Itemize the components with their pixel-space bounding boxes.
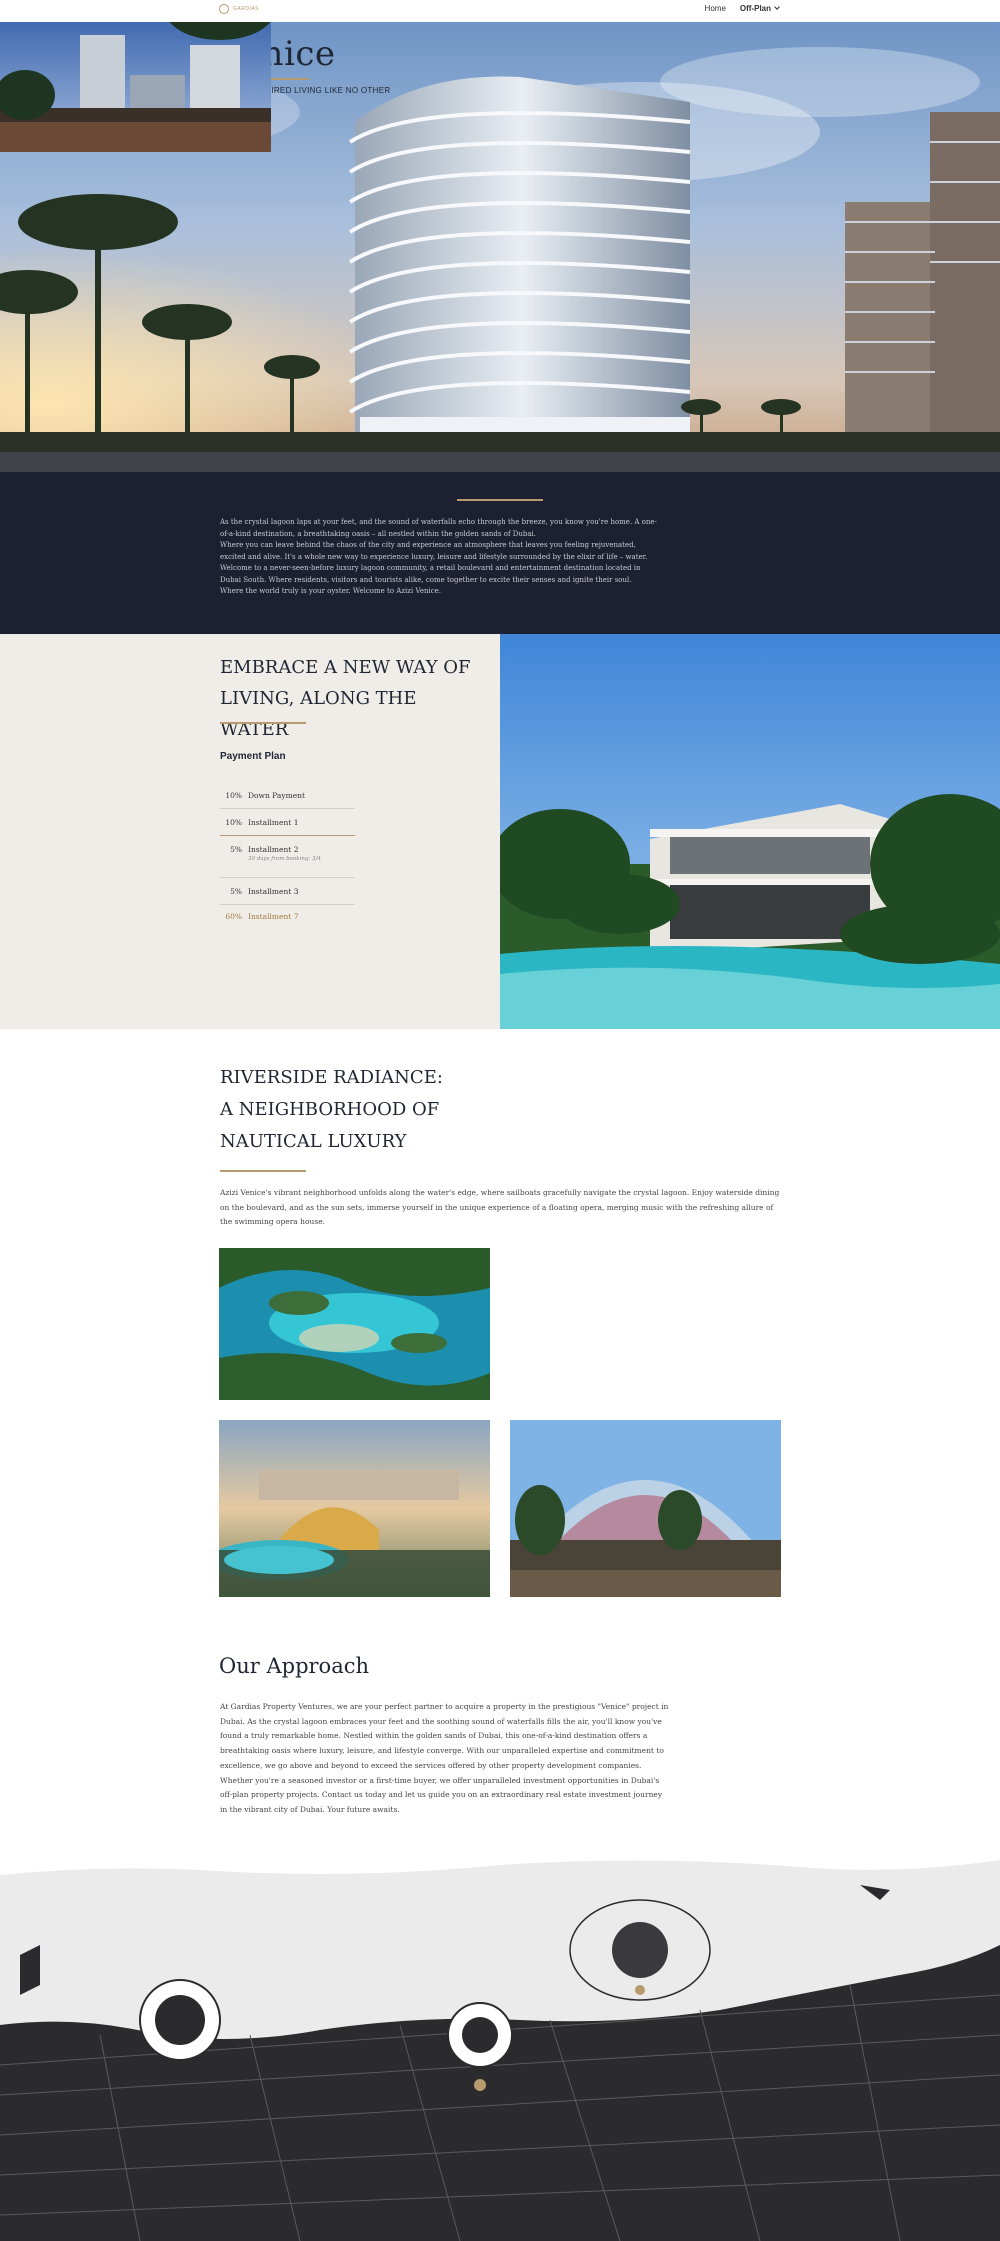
riverside-text: Azizi Venice's vibrant neighborhood unfo… [220, 1188, 780, 1226]
intro-text: As the crystal lagoon laps at your feet,… [220, 517, 660, 598]
gallery-image-opera-art [219, 1420, 490, 1597]
payment-label-group: Installment 2 30 days from booking: 3/4 [248, 845, 355, 862]
riverside-divider [220, 1170, 306, 1172]
payment-row: 60% Installment 7 [220, 905, 355, 932]
plan-subtitle: Payment Plan [220, 751, 286, 762]
top-navigation: GARDIAS Home Off-Plan [0, 0, 1000, 22]
gallery-image-lagoon [219, 1248, 490, 1400]
gallery-image-opera [219, 1420, 490, 1597]
plan-title-line: LIVING, ALONG THE WATER [220, 688, 417, 740]
payment-label: Installment 7 [248, 912, 299, 921]
logo-icon [219, 4, 229, 14]
payment-percent: 5% [230, 845, 242, 854]
payment-row: 10% Down Payment [220, 782, 355, 809]
riverside-title: RIVERSIDE RADIANCE: A NEIGHBORHOOD OF NA… [220, 1062, 500, 1158]
plan-title-line: EMBRACE A NEW WAY OF [220, 657, 471, 678]
payment-label: Installment 1 [248, 818, 299, 827]
payment-row: 5% Installment 2 30 days from booking: 3… [220, 836, 355, 878]
approach-text: At Gardias Property Ventures, we are you… [220, 1702, 669, 1814]
intro-section: As the crystal lagoon laps at your feet,… [0, 472, 1000, 634]
nav-item-off-plan-label: Off-Plan [739, 4, 771, 13]
gallery-image-lagoon-art [219, 1248, 490, 1400]
payment-label: Down Payment [248, 791, 305, 800]
villa-image-art [500, 634, 1000, 1029]
intro-divider [457, 499, 543, 501]
riverside-title-line: NAUTICAL LUXURY [220, 1131, 407, 1152]
payment-label: Installment 2 [248, 845, 299, 854]
intro-paragraph: Welcome to a never-seen-before luxury la… [220, 564, 641, 584]
intro-paragraph: Where the world truly is your oyster. We… [220, 587, 442, 595]
payment-label: Installment 3 [248, 887, 299, 896]
payment-percent: 10% [225, 818, 242, 827]
payment-row: 10% Installment 1 [220, 809, 355, 836]
nav-item-off-plan[interactable]: Off-Plan [739, 4, 780, 13]
payment-plan-table: 10% Down Payment 10% Installment 1 5% In… [220, 782, 355, 932]
logo-text: GARDIAS [233, 6, 260, 12]
payment-plan-section: EMBRACE A NEW WAY OF LIVING, ALONG THE W… [0, 634, 1000, 1029]
gallery-image-dome-art [510, 1420, 781, 1597]
payment-plan-panel: EMBRACE A NEW WAY OF LIVING, ALONG THE W… [0, 634, 500, 1029]
dubai-map-art [0, 1845, 1000, 2241]
payment-row: 5% Installment 3 [220, 878, 355, 905]
plan-divider [220, 722, 306, 724]
intro-paragraph: Where you can leave behind the chaos of … [220, 541, 648, 561]
chevron-down-icon [774, 4, 780, 10]
riverside-title-line: RIVERSIDE RADIANCE: [220, 1067, 443, 1088]
payment-note: 30 days from booking: 3/4 [248, 856, 321, 862]
gallery-image-boulevard-art [0, 0, 271, 152]
plan-title: EMBRACE A NEW WAY OF LIVING, ALONG THE W… [220, 652, 490, 745]
gallery-image-boulevard [0, 0, 271, 156]
approach-title: Our Approach [219, 1654, 369, 1678]
intro-paragraph: As the crystal lagoon laps at your feet,… [220, 518, 657, 538]
gallery-image-dome [510, 1420, 781, 1597]
villa-image [500, 634, 1000, 1029]
payment-percent: 5% [230, 887, 242, 896]
nav-item-home[interactable]: Home [705, 4, 726, 13]
payment-percent: 10% [225, 791, 242, 800]
logo[interactable]: GARDIAS [219, 4, 259, 14]
dubai-map-illustration [0, 1845, 1000, 2241]
nav-menu: Home Off-Plan [705, 4, 780, 13]
payment-percent: 60% [225, 912, 242, 921]
riverside-title-line: A NEIGHBORHOOD OF [220, 1099, 440, 1120]
